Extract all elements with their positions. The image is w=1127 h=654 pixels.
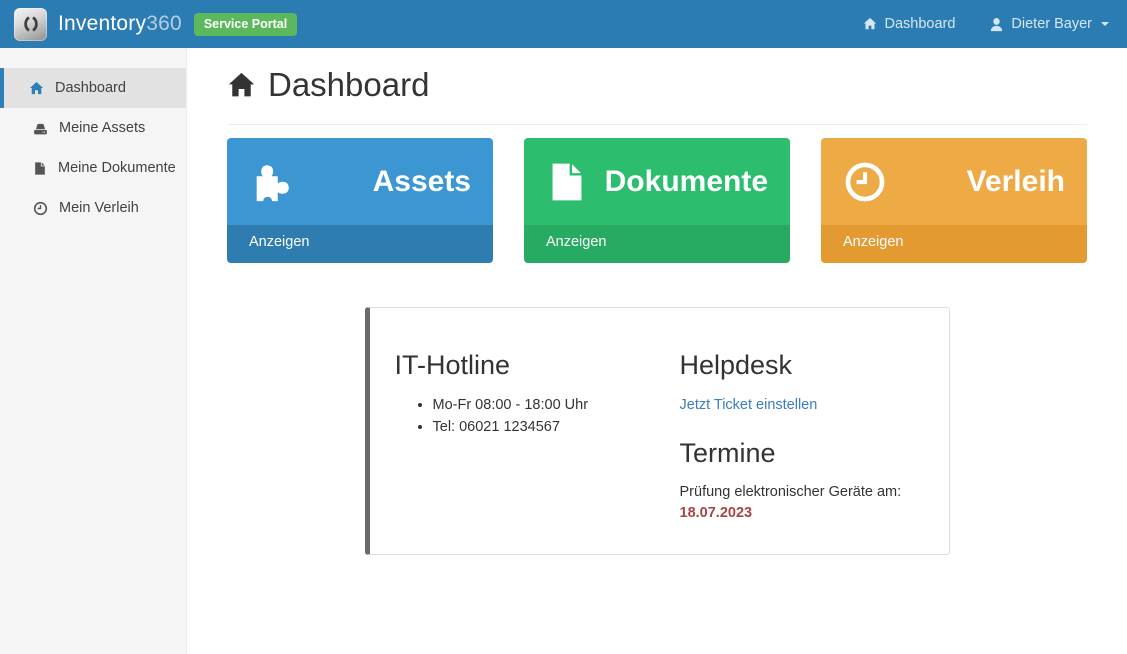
user-icon: [989, 17, 1004, 32]
sidebar-item-label: Meine Dokumente: [58, 160, 176, 176]
puzzle-icon: [249, 159, 295, 205]
tile-title: Dokumente: [588, 165, 768, 199]
app-logo-icon: [14, 8, 47, 41]
brand-suffix: 360: [146, 12, 182, 35]
sidebar-item-label: Meine Assets: [59, 120, 145, 136]
tile-title: Verleih: [887, 165, 1065, 199]
home-icon: [29, 81, 44, 96]
user-name: Dieter Bayer: [1011, 16, 1092, 32]
sidebar: Dashboard Meine Assets Meine Dokumente M…: [0, 48, 187, 654]
nav-dashboard-link[interactable]: Dashboard: [863, 16, 955, 32]
service-portal-badge: Service Portal: [194, 13, 297, 36]
main-content: Dashboard Assets Anzeigen Dokumente Anze…: [187, 48, 1127, 654]
top-navbar: Inventory360 Service Portal Dashboard Di…: [0, 0, 1127, 48]
assets-tile[interactable]: Assets Anzeigen: [227, 138, 493, 263]
tile-title: Assets: [295, 165, 471, 199]
nav-dashboard-label: Dashboard: [884, 16, 955, 32]
hotline-section: IT-Hotline Mo-Fr 08:00 - 18:00 Uhr Tel: …: [395, 350, 680, 524]
dashboard-tiles: Assets Anzeigen Dokumente Anzeigen Verle…: [227, 138, 1087, 263]
tile-action[interactable]: Anzeigen: [227, 225, 493, 263]
termine-date: 18.07.2023: [680, 505, 753, 521]
user-menu[interactable]: Dieter Bayer: [989, 16, 1109, 32]
page-title-text: Dashboard: [268, 66, 429, 104]
tile-action[interactable]: Anzeigen: [821, 225, 1087, 263]
dokumente-tile-body: Dokumente: [524, 138, 790, 225]
file-icon: [33, 161, 47, 176]
clock-icon: [33, 201, 48, 216]
file-icon: [546, 159, 588, 205]
home-icon: [227, 71, 256, 100]
sidebar-item-label: Dashboard: [55, 80, 126, 96]
title-divider: [227, 124, 1087, 125]
navbar-right: Dashboard Dieter Bayer: [863, 16, 1109, 32]
brand-name: Inventory: [58, 12, 146, 35]
sidebar-item-meine-assets[interactable]: Meine Assets: [0, 108, 186, 148]
hotline-title: IT-Hotline: [395, 350, 680, 381]
brand-title: Inventory360: [58, 12, 182, 36]
verleih-tile-body: Verleih: [821, 138, 1087, 225]
clock-icon: [843, 160, 887, 204]
info-panel: IT-Hotline Mo-Fr 08:00 - 18:00 Uhr Tel: …: [365, 307, 950, 555]
termine-title: Termine: [680, 438, 924, 469]
sidebar-item-meine-dokumente[interactable]: Meine Dokumente: [0, 148, 186, 188]
hotline-list: Mo-Fr 08:00 - 18:00 Uhr Tel: 06021 12345…: [433, 397, 680, 435]
sidebar-item-dashboard[interactable]: Dashboard: [0, 68, 186, 108]
chevron-down-icon: [1101, 22, 1109, 26]
helpdesk-section: Helpdesk Jetzt Ticket einstellen Termine…: [680, 350, 924, 524]
verleih-tile[interactable]: Verleih Anzeigen: [821, 138, 1087, 263]
brand-area: Inventory360 Service Portal: [14, 8, 297, 41]
hdd-icon: [33, 121, 48, 136]
page-title: Dashboard: [227, 66, 1087, 104]
helpdesk-title: Helpdesk: [680, 350, 924, 381]
hotline-hours: Mo-Fr 08:00 - 18:00 Uhr: [433, 397, 680, 413]
sidebar-item-label: Mein Verleih: [59, 200, 139, 216]
termine-info: Prüfung elektronischer Geräte am: 18.07.…: [680, 482, 924, 524]
create-ticket-link[interactable]: Jetzt Ticket einstellen: [680, 397, 818, 413]
dokumente-tile[interactable]: Dokumente Anzeigen: [524, 138, 790, 263]
termine-text-line: Prüfung elektronischer Geräte am:: [680, 484, 902, 500]
assets-tile-body: Assets: [227, 138, 493, 225]
sidebar-item-mein-verleih[interactable]: Mein Verleih: [0, 188, 186, 228]
hotline-phone: Tel: 06021 1234567: [433, 419, 680, 435]
tile-action[interactable]: Anzeigen: [524, 225, 790, 263]
home-icon: [863, 17, 877, 31]
